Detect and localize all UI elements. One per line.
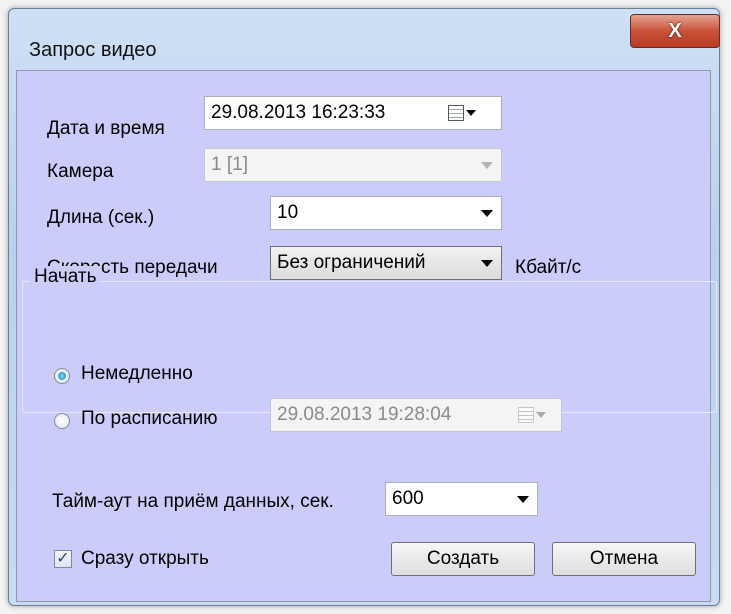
cancel-button[interactable]: Отмена: [552, 542, 696, 576]
camera-label: Камера: [47, 161, 114, 182]
dialog-body: Дата и время 29.08.2013 16:23:33 Камера …: [8, 8, 718, 604]
calendar-icon: [518, 407, 534, 423]
length-value: 10: [277, 202, 299, 223]
dropdown-arrow-icon[interactable]: [466, 110, 476, 116]
radio-immediately-label[interactable]: Немедленно: [81, 363, 193, 385]
dropdown-arrow-icon: [481, 162, 493, 169]
calendar-icon[interactable]: [448, 105, 464, 121]
check-icon: ✓: [56, 550, 70, 567]
datetime-picker[interactable]: 29.08.2013 16:23:33: [204, 96, 502, 130]
start-groupbox: [22, 281, 717, 413]
radio-immediately[interactable]: [54, 368, 70, 384]
dropdown-arrow-icon[interactable]: [481, 210, 493, 217]
schedule-datetime-value: 29.08.2013 19:28:04: [277, 404, 452, 425]
checkbox-open-now[interactable]: ✓: [54, 550, 72, 568]
timeout-value: 600: [392, 488, 424, 509]
dropdown-arrow-icon[interactable]: [481, 260, 493, 267]
datetime-value: 29.08.2013 16:23:33: [211, 102, 386, 123]
timeout-label: Тайм-аут на приём данных, сек.: [52, 491, 334, 512]
open-now-label[interactable]: Сразу открыть: [81, 548, 209, 570]
length-select[interactable]: 10: [270, 196, 502, 230]
schedule-datetime-picker: 29.08.2013 19:28:04: [270, 398, 562, 432]
speed-unit: Кбайт/с: [515, 257, 582, 278]
create-button[interactable]: Создать: [391, 542, 535, 576]
radio-scheduled[interactable]: [54, 413, 70, 429]
camera-value: 1 [1]: [211, 154, 248, 175]
camera-select: 1 [1]: [204, 148, 502, 182]
dropdown-arrow-icon: [536, 412, 546, 418]
speed-value: Без ограничений: [277, 252, 426, 273]
start-group-label: Начать: [30, 266, 101, 288]
speed-select[interactable]: Без ограничений: [270, 246, 502, 280]
timeout-select[interactable]: 600: [385, 482, 538, 516]
datetime-label: Дата и время: [47, 118, 165, 139]
radio-scheduled-label[interactable]: По расписанию: [81, 408, 217, 430]
length-label: Длина (сек.): [47, 207, 155, 228]
dropdown-arrow-icon[interactable]: [517, 496, 529, 503]
